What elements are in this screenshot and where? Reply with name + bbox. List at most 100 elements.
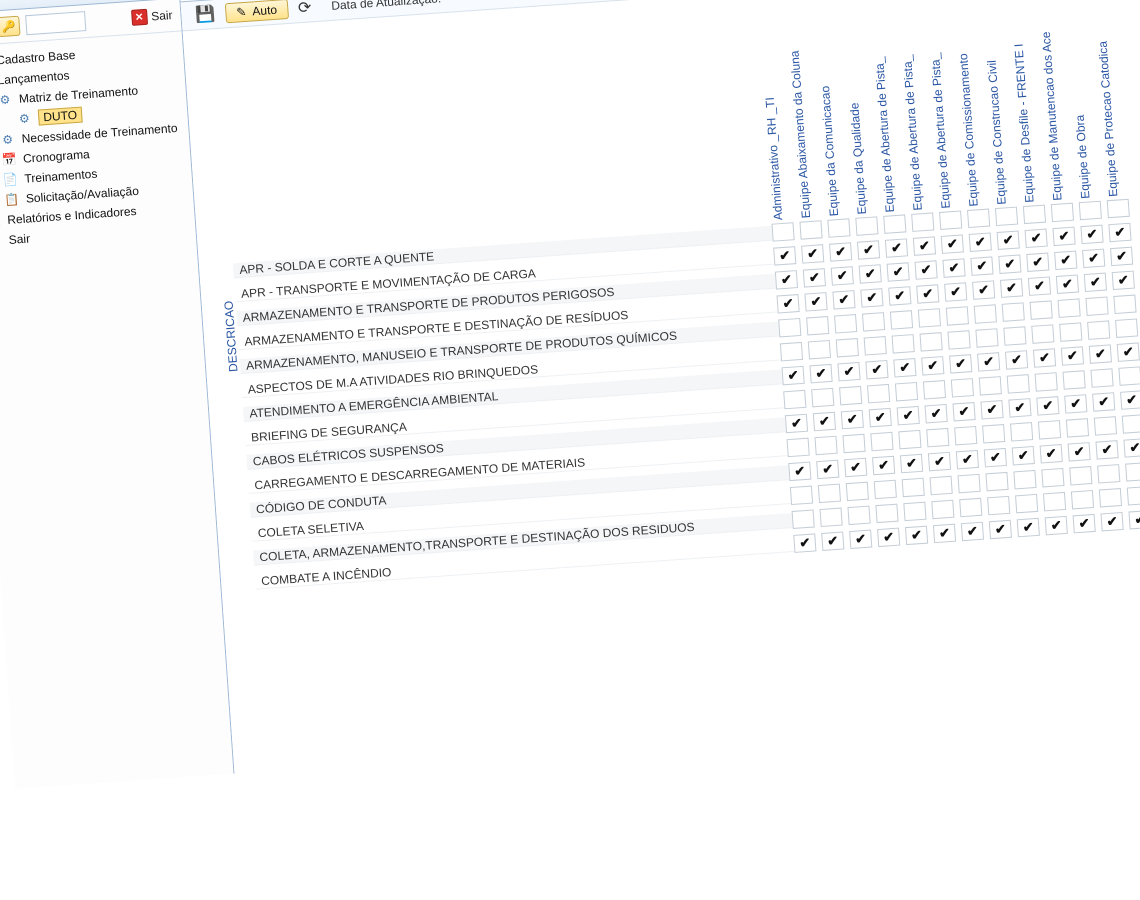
matrix-cell[interactable] xyxy=(773,246,796,265)
matrix-cell[interactable] xyxy=(898,430,921,449)
matrix-cell[interactable] xyxy=(1082,249,1105,268)
matrix-cell[interactable] xyxy=(997,231,1020,250)
matrix-cell[interactable] xyxy=(887,262,910,281)
matrix-cell[interactable] xyxy=(920,332,943,351)
matrix-cell[interactable] xyxy=(1118,366,1140,385)
matrix-cell[interactable] xyxy=(974,304,997,323)
matrix-cell[interactable] xyxy=(860,288,883,307)
matrix-cell[interactable] xyxy=(989,520,1012,539)
matrix-cell[interactable] xyxy=(1115,318,1138,337)
matrix-cell[interactable] xyxy=(801,244,824,263)
matrix-cell[interactable] xyxy=(847,506,870,525)
matrix-cell[interactable] xyxy=(1056,274,1079,293)
auto-button[interactable]: ✎ Auto xyxy=(225,0,289,23)
matrix-cell[interactable] xyxy=(1008,398,1031,417)
nav-search-input[interactable] xyxy=(25,11,86,35)
matrix-cell[interactable] xyxy=(1054,251,1077,270)
matrix-cell[interactable] xyxy=(885,238,908,257)
matrix-cell[interactable] xyxy=(831,266,854,285)
matrix-cell[interactable] xyxy=(1012,446,1035,465)
matrix-cell[interactable] xyxy=(818,484,841,503)
matrix-cell[interactable] xyxy=(926,428,949,447)
matrix-cell[interactable] xyxy=(1122,414,1140,433)
matrix-cell[interactable] xyxy=(839,386,862,405)
matrix-cell[interactable] xyxy=(946,306,969,325)
matrix-cell[interactable] xyxy=(951,378,974,397)
matrix-cell[interactable] xyxy=(944,282,967,301)
matrix-cell[interactable] xyxy=(877,528,900,547)
matrix-cell[interactable] xyxy=(977,352,1000,371)
matrix-cell[interactable] xyxy=(780,342,803,361)
matrix-cell[interactable] xyxy=(890,310,913,329)
matrix-cell[interactable] xyxy=(813,412,836,431)
matrix-cell[interactable] xyxy=(869,408,892,427)
matrix-cell[interactable] xyxy=(900,454,923,473)
matrix-cell[interactable] xyxy=(859,264,882,283)
matrix-cell[interactable] xyxy=(1002,302,1025,321)
matrix-cell[interactable] xyxy=(804,292,827,311)
matrix-cell[interactable] xyxy=(829,242,852,261)
matrix-cell[interactable] xyxy=(787,438,810,457)
matrix-cell[interactable] xyxy=(995,207,1018,226)
matrix-cell[interactable] xyxy=(1031,324,1054,343)
matrix-cell[interactable] xyxy=(1123,438,1140,457)
nav-exit-button[interactable]: ✕ Sair xyxy=(131,7,173,26)
matrix-cell[interactable] xyxy=(1069,466,1092,485)
matrix-cell[interactable] xyxy=(969,232,992,251)
matrix-cell[interactable] xyxy=(903,502,926,521)
matrix-cell[interactable] xyxy=(1089,344,1112,363)
matrix-cell[interactable] xyxy=(1035,372,1058,391)
matrix-cell[interactable] xyxy=(1005,350,1028,369)
matrix-cell[interactable] xyxy=(1125,462,1140,481)
matrix-cell[interactable] xyxy=(1003,326,1026,345)
matrix-cell[interactable] xyxy=(1028,276,1051,295)
matrix-cell[interactable] xyxy=(844,458,867,477)
matrix-cell[interactable] xyxy=(1010,422,1033,441)
matrix-cell[interactable] xyxy=(1071,490,1094,509)
matrix-cell[interactable] xyxy=(1058,298,1081,317)
matrix-cell[interactable] xyxy=(793,533,816,552)
matrix-cell[interactable] xyxy=(1052,227,1075,246)
matrix-cell[interactable] xyxy=(980,400,1003,419)
matrix-cell[interactable] xyxy=(967,209,990,228)
matrix-cell[interactable] xyxy=(979,376,1002,395)
matrix-cell[interactable] xyxy=(1110,247,1133,266)
matrix-cell[interactable] xyxy=(1059,322,1082,341)
matrix-cell[interactable] xyxy=(1128,510,1140,529)
matrix-cell[interactable] xyxy=(827,218,850,237)
matrix-cell[interactable] xyxy=(1095,440,1118,459)
matrix-cell[interactable] xyxy=(1073,514,1096,533)
matrix-cell[interactable] xyxy=(1063,370,1086,389)
matrix-cell[interactable] xyxy=(1045,516,1068,535)
matrix-cell[interactable] xyxy=(821,531,844,550)
matrix-cell[interactable] xyxy=(783,390,806,409)
matrix-cell[interactable] xyxy=(888,286,911,305)
matrix-cell[interactable] xyxy=(956,450,979,469)
matrix-cell[interactable] xyxy=(883,214,906,233)
matrix-cell[interactable] xyxy=(864,336,887,355)
matrix-cell[interactable] xyxy=(846,482,869,501)
matrix-cell[interactable] xyxy=(1066,418,1089,437)
matrix-cell[interactable] xyxy=(782,366,805,385)
matrix-cell[interactable] xyxy=(1099,488,1122,507)
matrix-cell[interactable] xyxy=(808,340,831,359)
matrix-cell[interactable] xyxy=(790,486,813,505)
matrix-cell[interactable] xyxy=(911,212,934,231)
matrix-cell[interactable] xyxy=(933,524,956,543)
matrix-cell[interactable] xyxy=(930,476,953,495)
matrix-cell[interactable] xyxy=(998,254,1021,273)
matrix-cell[interactable] xyxy=(975,328,998,347)
matrix-cell[interactable] xyxy=(855,216,878,235)
matrix-cell[interactable] xyxy=(1120,390,1140,409)
matrix-cell[interactable] xyxy=(1094,416,1117,435)
matrix-cell[interactable] xyxy=(982,424,1005,443)
matrix-cell[interactable] xyxy=(803,268,826,287)
matrix-cell[interactable] xyxy=(1015,494,1038,513)
matrix-cell[interactable] xyxy=(961,522,984,541)
matrix-cell[interactable] xyxy=(775,270,798,289)
matrix-cell[interactable] xyxy=(921,356,944,375)
matrix-cell[interactable] xyxy=(1013,470,1036,489)
matrix-cell[interactable] xyxy=(809,364,832,383)
save-icon[interactable]: 💾 xyxy=(195,4,216,25)
matrix-cell[interactable] xyxy=(1025,229,1048,248)
